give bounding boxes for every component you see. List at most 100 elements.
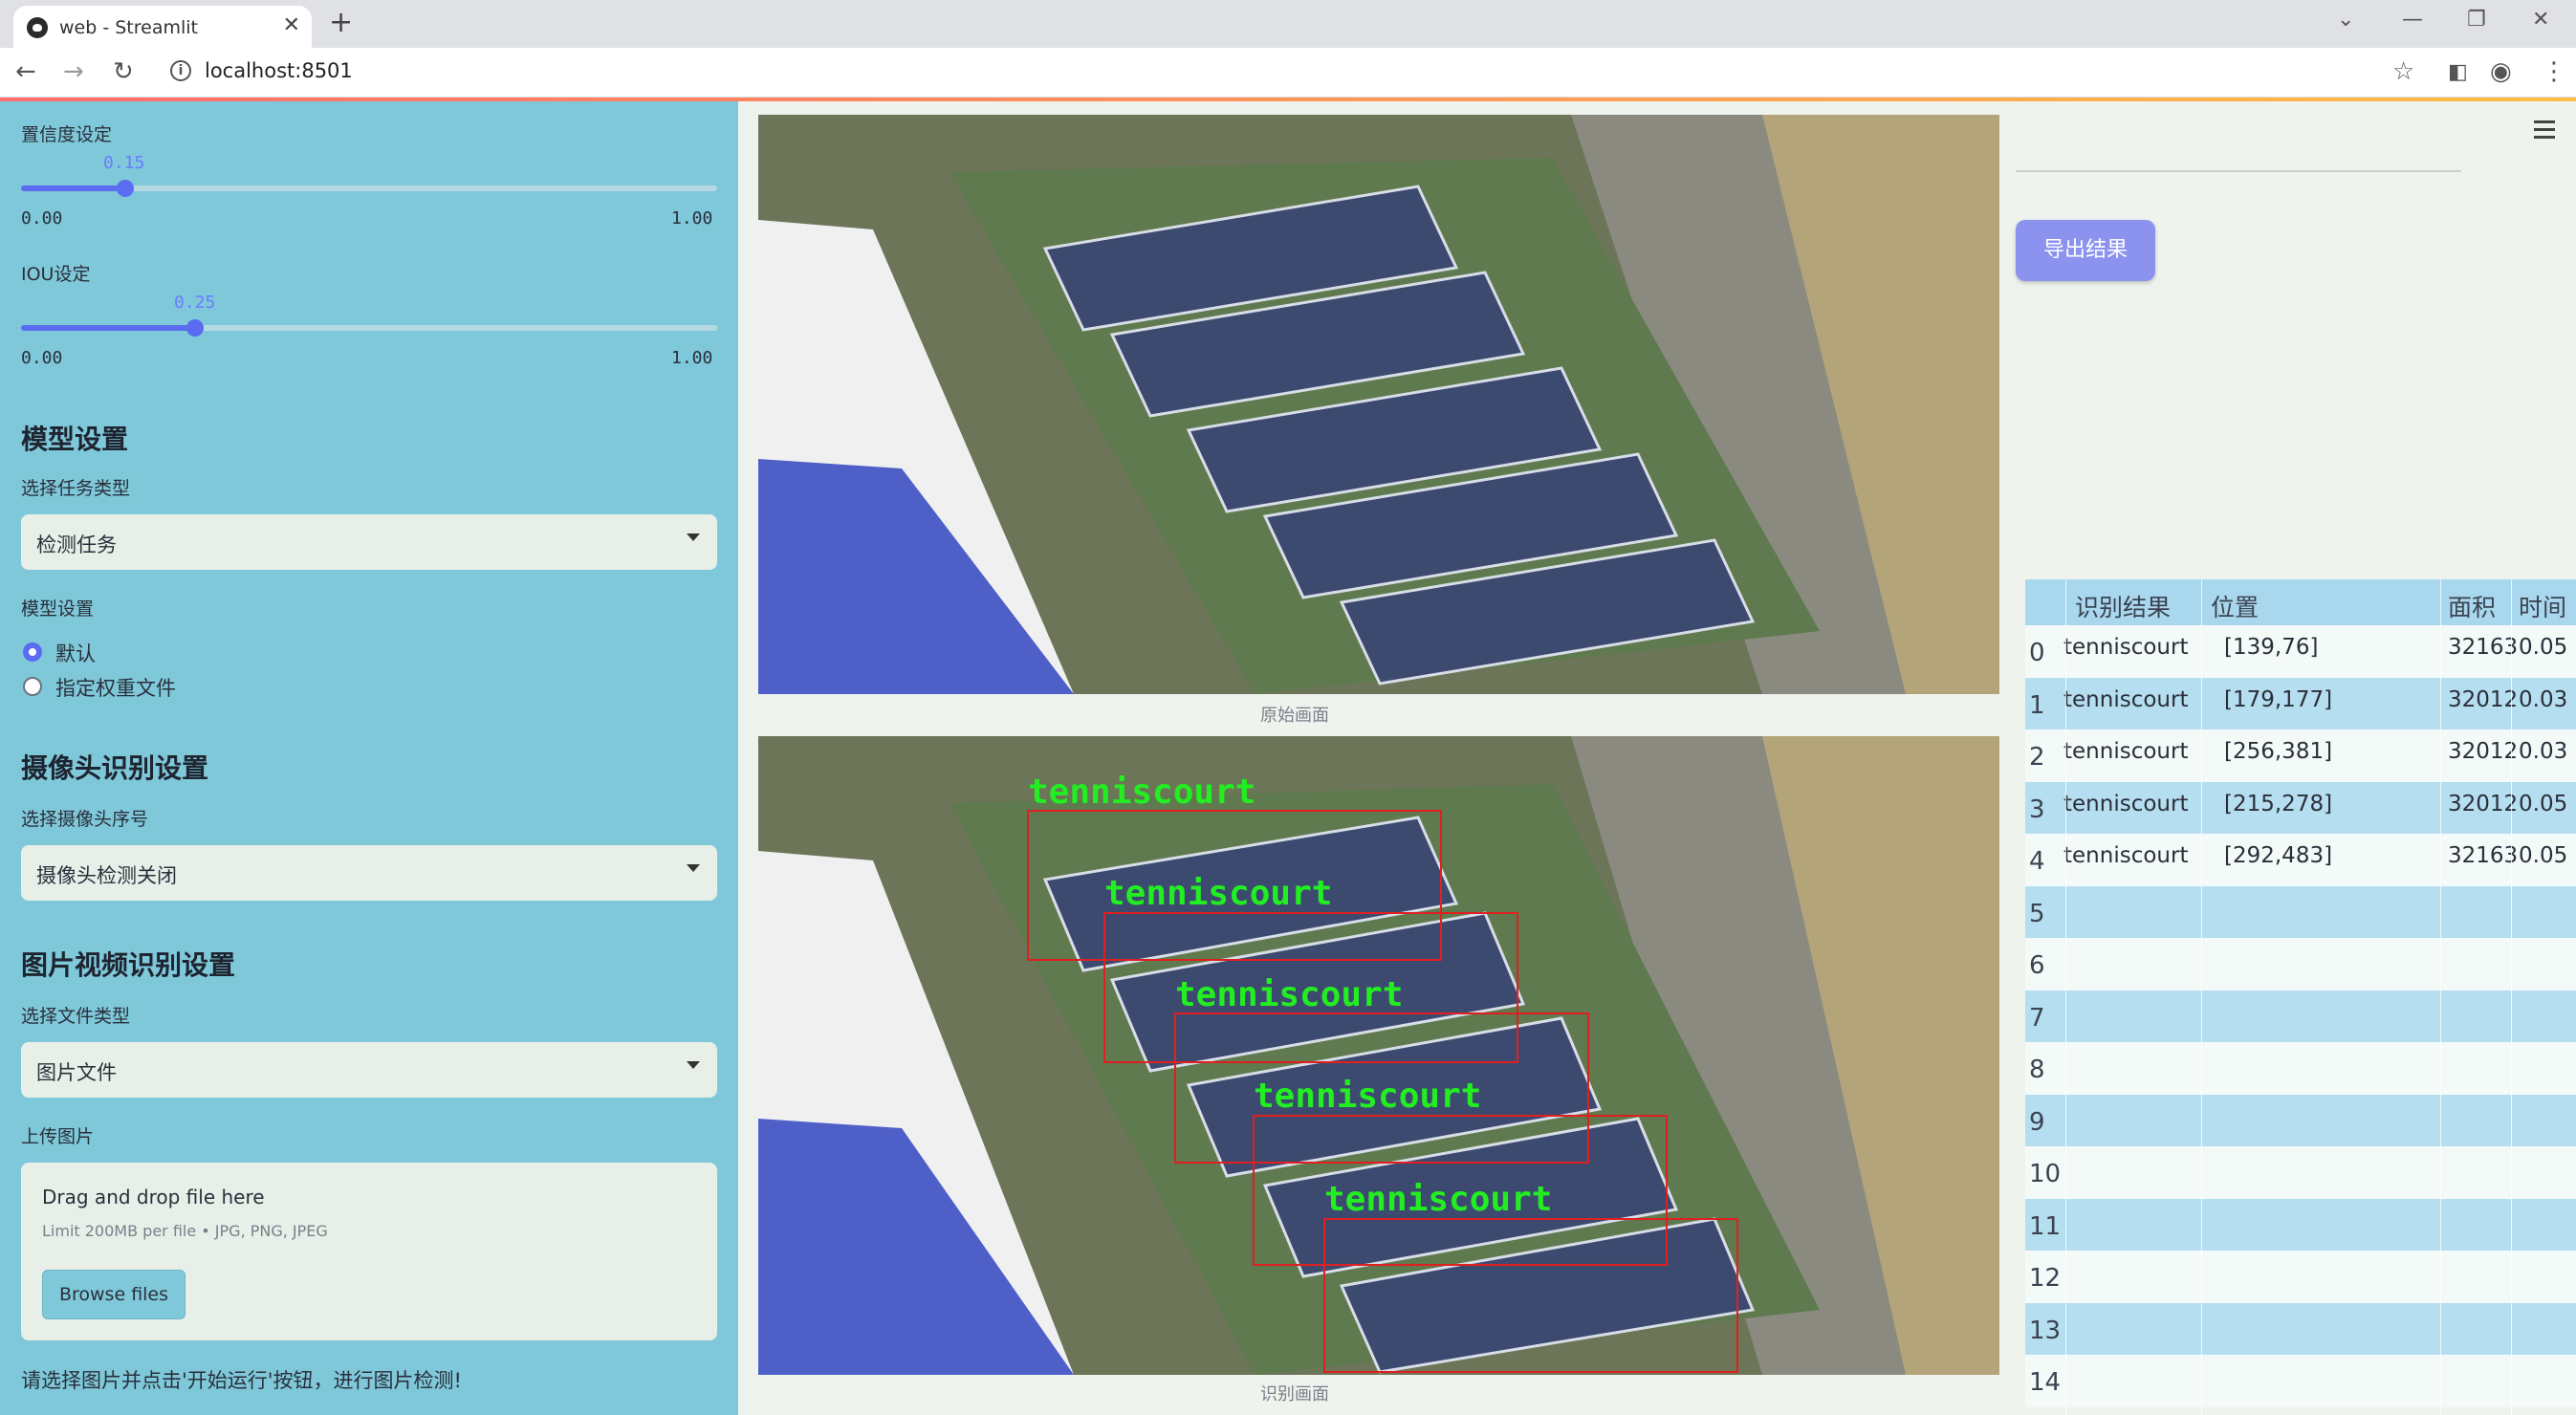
side-panel-icon[interactable]: ◧ — [2448, 60, 2468, 84]
cell-position: [215,278] — [2224, 791, 2333, 816]
table-row[interactable]: 2 tenniscourt [256,381] 32012 0.03 — [2025, 729, 2576, 782]
column-divider — [2440, 579, 2441, 1415]
cell-result: tenniscourt — [2063, 791, 2189, 816]
table-row[interactable]: 12 — [2025, 1251, 2576, 1303]
model-config-label: 模型设置 — [21, 599, 95, 620]
iou-slider[interactable] — [21, 319, 717, 337]
table-row[interactable]: 3 tenniscourt [215,278] 32012 0.05 — [2025, 781, 2576, 834]
window-close-icon[interactable]: ✕ — [2532, 8, 2549, 32]
result-image-caption: 识别画面 — [1260, 1384, 1329, 1404]
table-row[interactable]: 10 — [2025, 1146, 2576, 1199]
camera-select[interactable]: 摄像头检测关闭 — [21, 845, 717, 901]
row-index: 4 — [2029, 847, 2045, 876]
table-header: 识别结果 位置 面积 时间 — [2025, 579, 2576, 625]
col-header-area[interactable]: 面积 — [2448, 589, 2496, 623]
original-image-caption: 原始画面 — [1260, 706, 1329, 726]
bookmark-star-icon[interactable]: ☆ — [2392, 57, 2414, 86]
tab-search-chevron-icon[interactable]: ⌄ — [2337, 8, 2354, 32]
address-bar: ← → ↻ i localhost:8501 ☆ ◧ ◉ ⋮ — [0, 48, 2576, 98]
radio-default[interactable] — [23, 642, 42, 662]
confidence-min: 0.00 — [21, 208, 63, 229]
forward-icon[interactable]: → — [63, 57, 84, 86]
radio-custom-weights-label[interactable]: 指定权重文件 — [55, 673, 176, 702]
confidence-slider-thumb[interactable] — [117, 180, 135, 197]
site-info-icon[interactable]: i — [170, 60, 191, 81]
table-row[interactable]: 0 tenniscourt [139,76] 32163 0.05 — [2025, 625, 2576, 678]
tab-title: web - Streamlit — [59, 17, 198, 38]
table-row[interactable]: 8 — [2025, 1042, 2576, 1095]
cell-result: tenniscourt — [2063, 843, 2189, 868]
cell-time: 0.05 — [2519, 843, 2568, 868]
table-row[interactable]: 11 — [2025, 1198, 2576, 1251]
results-table: 识别结果 位置 面积 时间 0 tenniscourt [139,76] 32163 0… — [2025, 579, 2576, 1415]
row-index: 10 — [2029, 1160, 2062, 1188]
table-row[interactable]: 13 — [2025, 1302, 2576, 1355]
task-type-select[interactable]: 检测任务 — [21, 514, 717, 570]
file-type-select[interactable]: 图片文件 — [21, 1042, 717, 1098]
aerial-photo-result: tenniscourt tenniscourt tenniscourt tenn… — [758, 736, 1999, 1375]
radio-custom-weights[interactable] — [23, 677, 42, 696]
table-row[interactable]: 6 — [2025, 938, 2576, 990]
back-icon[interactable]: ← — [15, 57, 36, 86]
col-header-position[interactable]: 位置 — [2211, 589, 2259, 623]
restore-icon[interactable]: ❐ — [2467, 8, 2486, 32]
detection-label-1: tenniscourt — [1104, 874, 1332, 913]
column-divider — [2511, 579, 2512, 1415]
streamlit-favicon-icon — [27, 17, 48, 38]
confidence-value: 0.15 — [103, 153, 145, 173]
detection-label-4: tenniscourt — [1324, 1180, 1552, 1219]
reload-icon[interactable]: ↻ — [113, 57, 134, 86]
table-row[interactable]: 9 — [2025, 1094, 2576, 1146]
row-index: 0 — [2029, 639, 2045, 667]
iou-value: 0.25 — [174, 293, 216, 313]
cell-time: 0.05 — [2519, 635, 2568, 660]
cell-position: [256,381] — [2224, 739, 2333, 764]
iou-max: 1.00 — [671, 348, 713, 368]
row-index: 6 — [2029, 951, 2045, 980]
sidebar: 置信度设定 0.15 0.00 1.00 IOU设定 0.25 0.00 1.0… — [0, 101, 738, 1415]
col-header-time[interactable]: 时间 — [2519, 589, 2566, 623]
cell-result: tenniscourt — [2063, 739, 2189, 764]
cell-time: 0.05 — [2519, 791, 2568, 816]
table-row[interactable]: 1 tenniscourt [179,177] 32012 0.03 — [2025, 677, 2576, 729]
cell-position: [179,177] — [2224, 686, 2333, 712]
camera-settings-heading: 摄像头识别设置 — [21, 752, 209, 784]
dropzone-hint: Limit 200MB per file • JPG, PNG, JPEG — [42, 1222, 328, 1240]
new-tab-icon[interactable]: + — [329, 6, 353, 39]
file-dropzone[interactable]: Drag and drop file here Limit 200MB per … — [21, 1163, 717, 1340]
tab-close-icon[interactable]: ✕ — [283, 13, 300, 37]
browse-files-button[interactable]: Browse files — [42, 1270, 186, 1319]
table-row[interactable]: 14 — [2025, 1355, 2576, 1407]
url-field[interactable]: localhost:8501 — [205, 59, 353, 82]
chevron-down-icon — [687, 1061, 700, 1069]
row-index: 14 — [2029, 1368, 2062, 1397]
confidence-slider-fill — [21, 185, 126, 191]
minimize-icon[interactable]: — — [2402, 8, 2423, 32]
iou-slider-fill — [21, 325, 195, 331]
col-header-result[interactable]: 识别结果 — [2075, 589, 2171, 623]
row-index: 3 — [2029, 795, 2045, 824]
column-divider — [2065, 579, 2066, 1415]
chevron-down-icon — [687, 864, 700, 872]
chevron-down-icon — [687, 533, 700, 541]
table-row[interactable]: 4 tenniscourt [292,483] 32163 0.05 — [2025, 834, 2576, 886]
browser-tab[interactable]: web - Streamlit ✕ — [13, 6, 312, 48]
row-index: 9 — [2029, 1107, 2045, 1137]
export-results-button[interactable]: 导出结果 — [2016, 220, 2155, 281]
profile-avatar-icon[interactable]: ◉ — [2490, 57, 2512, 86]
result-image: tenniscourt tenniscourt tenniscourt tenn… — [758, 736, 1999, 1375]
row-index: 12 — [2029, 1264, 2062, 1293]
iou-slider-thumb[interactable] — [186, 319, 204, 337]
iou-min: 0.00 — [21, 348, 63, 368]
cell-result: tenniscourt — [2063, 635, 2189, 660]
cell-time: 0.03 — [2519, 686, 2568, 712]
table-row[interactable]: 5 — [2025, 885, 2576, 938]
confidence-slider[interactable] — [21, 180, 717, 197]
table-row[interactable]: 7 — [2025, 990, 2576, 1042]
browser-menu-icon[interactable]: ⋮ — [2542, 57, 2566, 86]
detection-label-2: tenniscourt — [1175, 975, 1403, 1014]
row-index: 13 — [2029, 1316, 2062, 1345]
hamburger-menu-icon[interactable] — [2534, 120, 2555, 143]
radio-default-label[interactable]: 默认 — [55, 639, 96, 667]
cell-area: 32012 — [2448, 739, 2519, 764]
